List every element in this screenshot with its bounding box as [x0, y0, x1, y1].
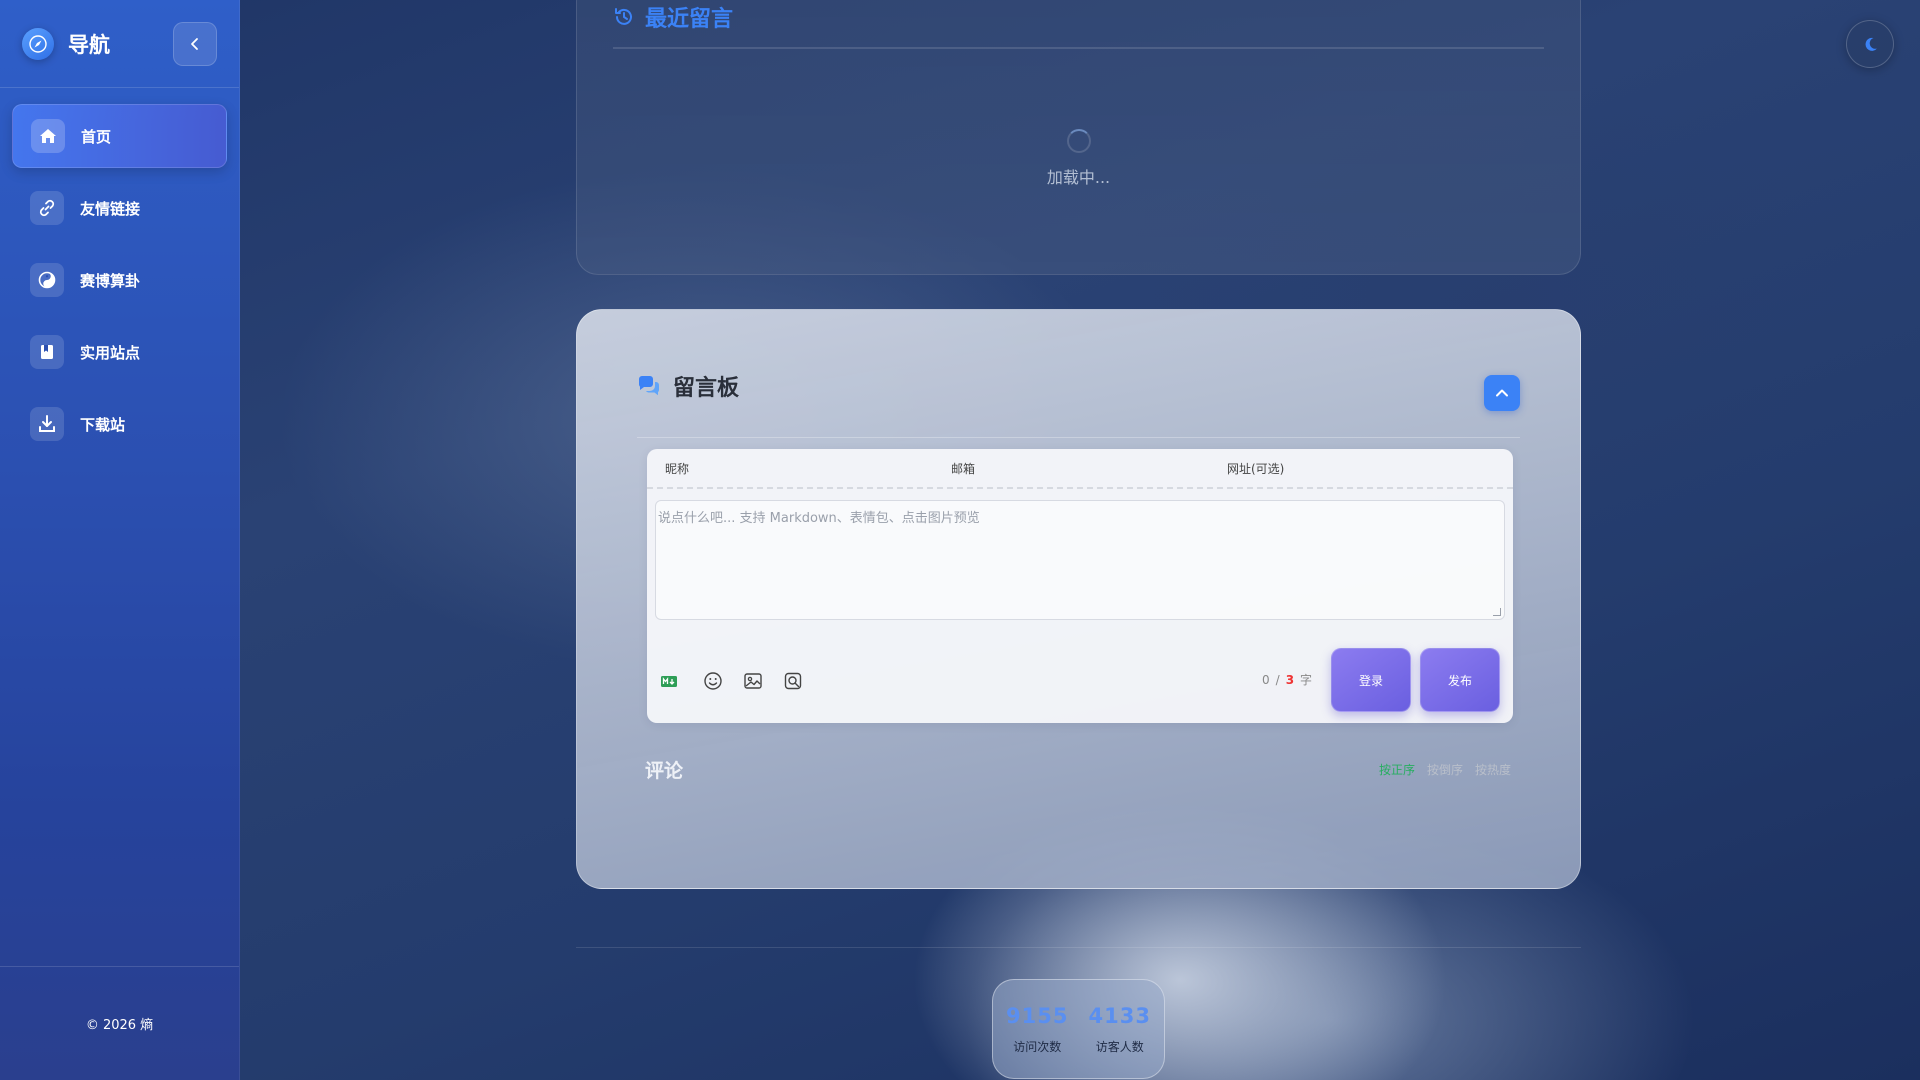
- word-count-separator: /: [1275, 672, 1280, 687]
- divider: [637, 437, 1520, 438]
- sidebar-item-home[interactable]: 首页: [12, 104, 227, 168]
- message-board-title: 留言板: [673, 376, 740, 401]
- visits-label: 访问次数: [1013, 1040, 1062, 1054]
- comment-textarea[interactable]: 说点什么吧... 支持 Markdown、表情包、点击图片预览: [655, 500, 1505, 620]
- word-count-unit: 字: [1300, 673, 1313, 687]
- sidebar-item-label: 实用站点: [80, 343, 141, 362]
- sort-hot-option[interactable]: 按热度: [1475, 761, 1511, 778]
- sidebar-item-label: 首页: [81, 127, 112, 146]
- sidebar-nav: 首页 友情链接 赛博算卦 实用站点 下载站: [0, 88, 239, 456]
- site-stats-card: 9155 访问次数 4133 访客人数: [992, 979, 1165, 1079]
- divider: [613, 47, 1544, 49]
- sidebar-item-downloads[interactable]: 下载站: [12, 392, 227, 456]
- chevron-up-icon: [1496, 389, 1508, 397]
- sidebar: 导航 首页 友情链接 赛博算卦 实用站点 下载站 © 2026 熵: [0, 0, 240, 1080]
- image-icon[interactable]: [743, 671, 763, 691]
- visits-stat: 9155 访问次数: [1006, 1004, 1068, 1078]
- comment-placeholder: 说点什么吧... 支持 Markdown、表情包、点击图片预览: [658, 511, 980, 526]
- bookmark-icon: [30, 335, 64, 369]
- recent-comments-title: 最近留言: [645, 7, 734, 32]
- word-counter: 0 / 3 字: [1262, 671, 1312, 688]
- home-icon: [31, 119, 65, 153]
- comments-title: 评论: [645, 760, 684, 782]
- preview-icon[interactable]: [783, 671, 803, 691]
- sidebar-item-label: 友情链接: [80, 199, 141, 218]
- message-board-card: 留言板 昵称 邮箱 网址(可选) 说点什么吧... 支持 Markdown、表情…: [576, 309, 1581, 889]
- chevron-left-icon: [191, 37, 198, 50]
- publish-button[interactable]: 发布: [1420, 648, 1500, 712]
- comment-meta-row: 昵称 邮箱 网址(可选): [647, 449, 1513, 489]
- visitors-stat: 4133 访客人数: [1089, 1004, 1151, 1078]
- login-button[interactable]: 登录: [1331, 648, 1411, 712]
- markdown-icon[interactable]: [661, 675, 677, 687]
- link-icon: [30, 191, 64, 225]
- download-icon: [30, 407, 64, 441]
- brand-title: 导航: [68, 32, 110, 57]
- word-count-current: 0: [1262, 672, 1270, 687]
- message-board-header: 留言板: [637, 370, 739, 402]
- loading-text: 加载中...: [1046, 168, 1111, 187]
- sort-asc-option[interactable]: 按正序: [1379, 761, 1415, 778]
- editor-toolbar: [661, 671, 823, 691]
- history-icon: [615, 8, 632, 25]
- yin-yang-icon: [30, 263, 64, 297]
- moon-icon: [1865, 37, 1877, 51]
- compass-icon: [22, 27, 54, 60]
- sidebar-header: 导航: [0, 0, 239, 88]
- visits-value: 9155: [1006, 1004, 1069, 1028]
- sidebar-item-sites[interactable]: 实用站点: [12, 320, 227, 384]
- emoji-icon[interactable]: [703, 671, 723, 691]
- resize-handle[interactable]: [1493, 608, 1501, 616]
- nickname-field[interactable]: 昵称: [647, 460, 933, 477]
- sidebar-item-fortune[interactable]: 赛博算卦: [12, 248, 227, 312]
- visitors-value: 4133: [1088, 1004, 1151, 1028]
- comment-form: 昵称 邮箱 网址(可选) 说点什么吧... 支持 Markdown、表情包、点击…: [647, 449, 1513, 723]
- sidebar-item-label: 赛博算卦: [80, 271, 141, 290]
- sort-desc-option[interactable]: 按倒序: [1427, 761, 1463, 778]
- visitors-label: 访客人数: [1095, 1040, 1144, 1054]
- recent-comments-card: 最近留言 加载中...: [576, 0, 1581, 275]
- sidebar-item-links[interactable]: 友情链接: [12, 176, 227, 240]
- recent-comments-header: 最近留言: [613, 1, 733, 33]
- email-field[interactable]: 邮箱: [933, 460, 1209, 477]
- sidebar-collapse-button[interactable]: [173, 21, 217, 66]
- word-count-max: 3: [1285, 672, 1295, 687]
- sidebar-item-label: 下载站: [80, 415, 126, 434]
- collapse-board-button[interactable]: [1484, 375, 1520, 411]
- chat-bubbles-icon: [639, 376, 659, 396]
- loading-spinner: [1067, 129, 1091, 153]
- footer-divider: [576, 947, 1581, 948]
- comment-sort-options: 按正序 按倒序 按热度: [1379, 761, 1511, 778]
- website-field[interactable]: 网址(可选): [1209, 460, 1495, 477]
- sidebar-footer: © 2026 熵: [0, 966, 239, 1080]
- theme-toggle-button[interactable]: [1846, 20, 1894, 68]
